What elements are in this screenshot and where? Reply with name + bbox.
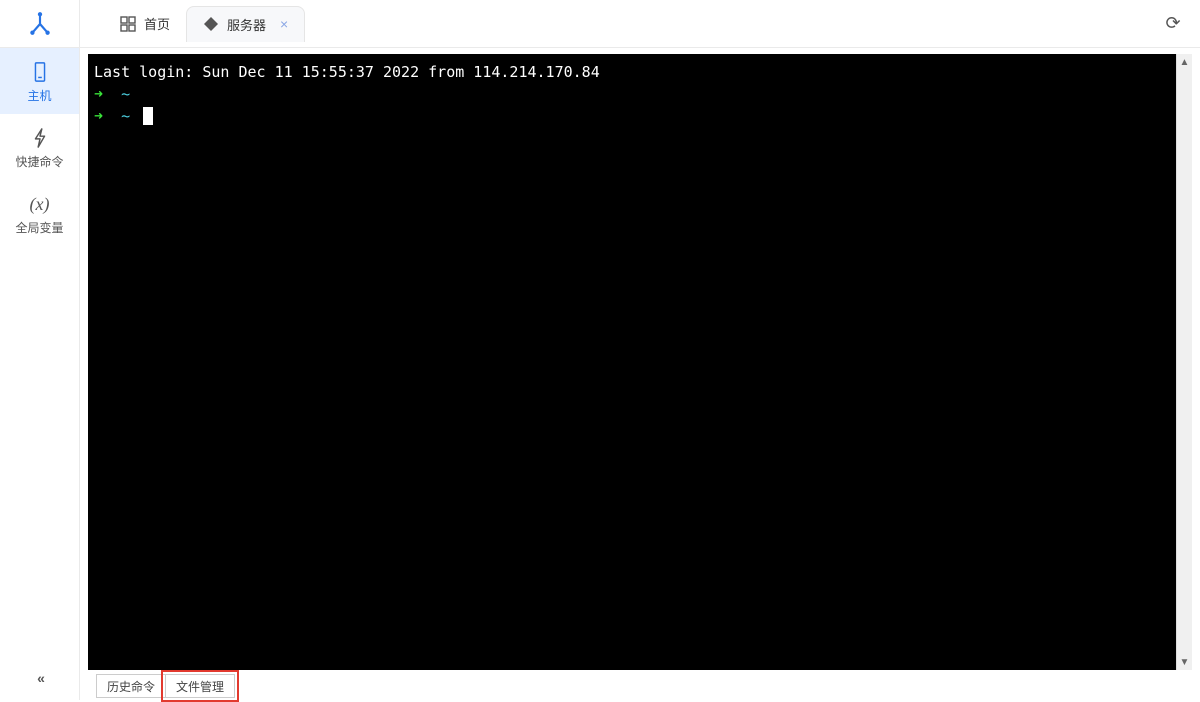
dashboard-icon [120,16,136,32]
app-logo-icon [27,11,53,37]
prompt-path: ~ [121,107,130,125]
sidebar-item-host[interactable]: 主机 [0,48,79,114]
terminal-wrapper: Last login: Sun Dec 11 15:55:37 2022 fro… [88,54,1192,670]
terminal-cursor [143,107,153,125]
prompt-arrow-icon: ➜ [94,107,103,125]
tab-bar: 首页 服务器 × ⟳ [80,0,1200,48]
bottom-tab-label: 文件管理 [176,678,224,695]
refresh-button[interactable]: ⟳ [1158,9,1188,39]
prompt-arrow-icon: ➜ [94,85,103,103]
sidebar: 主机 快捷命令 (x) 全局变量 « [0,0,80,700]
variable-icon: (x) [30,194,50,214]
refresh-icon: ⟳ [1165,13,1180,34]
sidebar-item-label: 快捷命令 [15,153,63,170]
content-area: Last login: Sun Dec 11 15:55:37 2022 fro… [80,48,1200,700]
sidebar-item-label: 全局变量 [15,219,63,236]
tab-label: 服务器 [227,15,266,34]
close-icon[interactable]: × [280,17,288,31]
collapse-icon: « [37,670,42,686]
tab-label: 首页 [144,14,170,33]
terminal[interactable]: Last login: Sun Dec 11 15:55:37 2022 fro… [88,54,1176,670]
scroll-down-icon[interactable]: ▼ [1177,654,1192,670]
host-icon [30,62,50,82]
terminal-login-line: Last login: Sun Dec 11 15:55:37 2022 fro… [94,63,600,81]
bottom-tab-file-manager[interactable]: 文件管理 [166,674,235,698]
app-root: 主机 快捷命令 (x) 全局变量 « [0,0,1200,700]
logo-area [0,0,79,48]
sidebar-item-label: 主机 [27,87,51,104]
bottom-tab-history[interactable]: 历史命令 [96,674,166,698]
sidebar-item-global-vars[interactable]: (x) 全局变量 [0,180,79,246]
scroll-up-icon[interactable]: ▲ [1177,54,1192,70]
bottom-tab-bar: 历史命令 文件管理 [88,670,1192,700]
terminal-scrollbar[interactable]: ▲ ▼ [1176,54,1192,670]
sidebar-collapse-button[interactable]: « [0,670,79,686]
prompt-path: ~ [121,85,130,103]
bottom-tab-label: 历史命令 [107,678,155,695]
sidebar-item-quick-commands[interactable]: 快捷命令 [0,114,79,180]
tab-home[interactable]: 首页 [104,6,186,42]
server-icon [203,16,219,32]
tab-server[interactable]: 服务器 × [186,6,305,42]
lightning-icon [30,128,50,148]
main-column: 首页 服务器 × ⟳ Last login: Sun Dec 11 15:55:… [80,0,1200,700]
